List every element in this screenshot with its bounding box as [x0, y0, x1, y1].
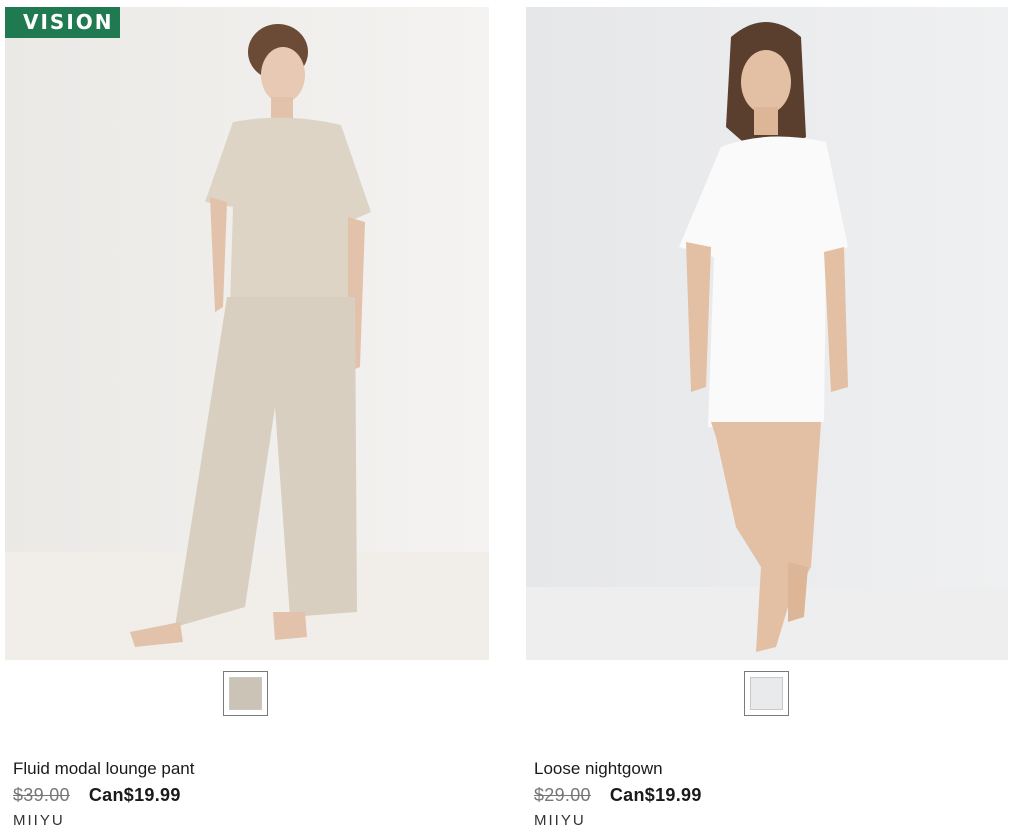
color-swatch-button[interactable] — [223, 671, 268, 716]
original-price: $29.00 — [534, 785, 591, 805]
product-card[interactable]: Loose nightgown $29.00 Can$19.99 MIIYU — [526, 0, 1008, 830]
product-name[interactable]: Fluid modal lounge pant — [13, 759, 194, 779]
vision-badge: VISION — [5, 7, 120, 38]
color-swatch-button[interactable] — [744, 671, 789, 716]
sale-price: Can$19.99 — [88, 785, 181, 805]
color-swatch-beige — [229, 677, 262, 710]
original-price: $39.00 — [13, 785, 70, 805]
product-card[interactable]: VISION Fluid modal lounge pant $39.00 Ca… — [5, 0, 489, 830]
product-image[interactable] — [5, 7, 489, 660]
sale-price: Can$19.99 — [609, 785, 702, 805]
product-image[interactable] — [526, 7, 1008, 660]
product-name[interactable]: Loose nightgown — [534, 759, 663, 779]
price-row: $39.00 Can$19.99 — [13, 785, 181, 806]
brand-name[interactable]: MIIYU — [534, 812, 586, 829]
price-row: $29.00 Can$19.99 — [534, 785, 702, 806]
brand-name[interactable]: MIIYU — [13, 812, 65, 829]
color-swatch-white — [750, 677, 783, 710]
